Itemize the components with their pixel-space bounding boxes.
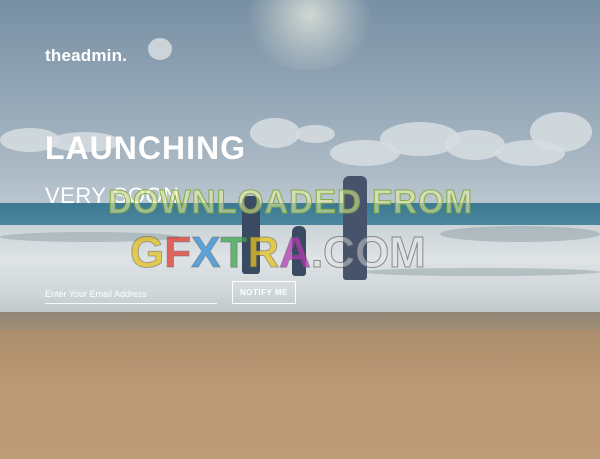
watermark-line-2: GFXTRA.COM [129,228,426,278]
page-title: LAUNCHING [45,130,246,166]
watermark-letter: R [247,228,280,278]
watermark-letter: A [279,228,312,278]
watermark-letter: T [220,228,248,278]
watermark-letters: GFXTRA [129,228,312,278]
watermark-suffix: .COM [310,228,426,278]
watermark-letter: F [164,228,192,278]
watermark-line-1: DOWNLOADED FROM [107,183,474,221]
email-input[interactable] [45,285,217,304]
watermark-letter: G [129,228,165,278]
coming-soon-page: theadmin. LAUNCHING VERY SOON DOWNLOADED… [0,0,600,459]
notify-me-button[interactable]: NOTIFY ME [232,281,296,304]
brand-logo[interactable]: theadmin. [45,46,127,66]
watermark-letter: X [191,228,221,278]
